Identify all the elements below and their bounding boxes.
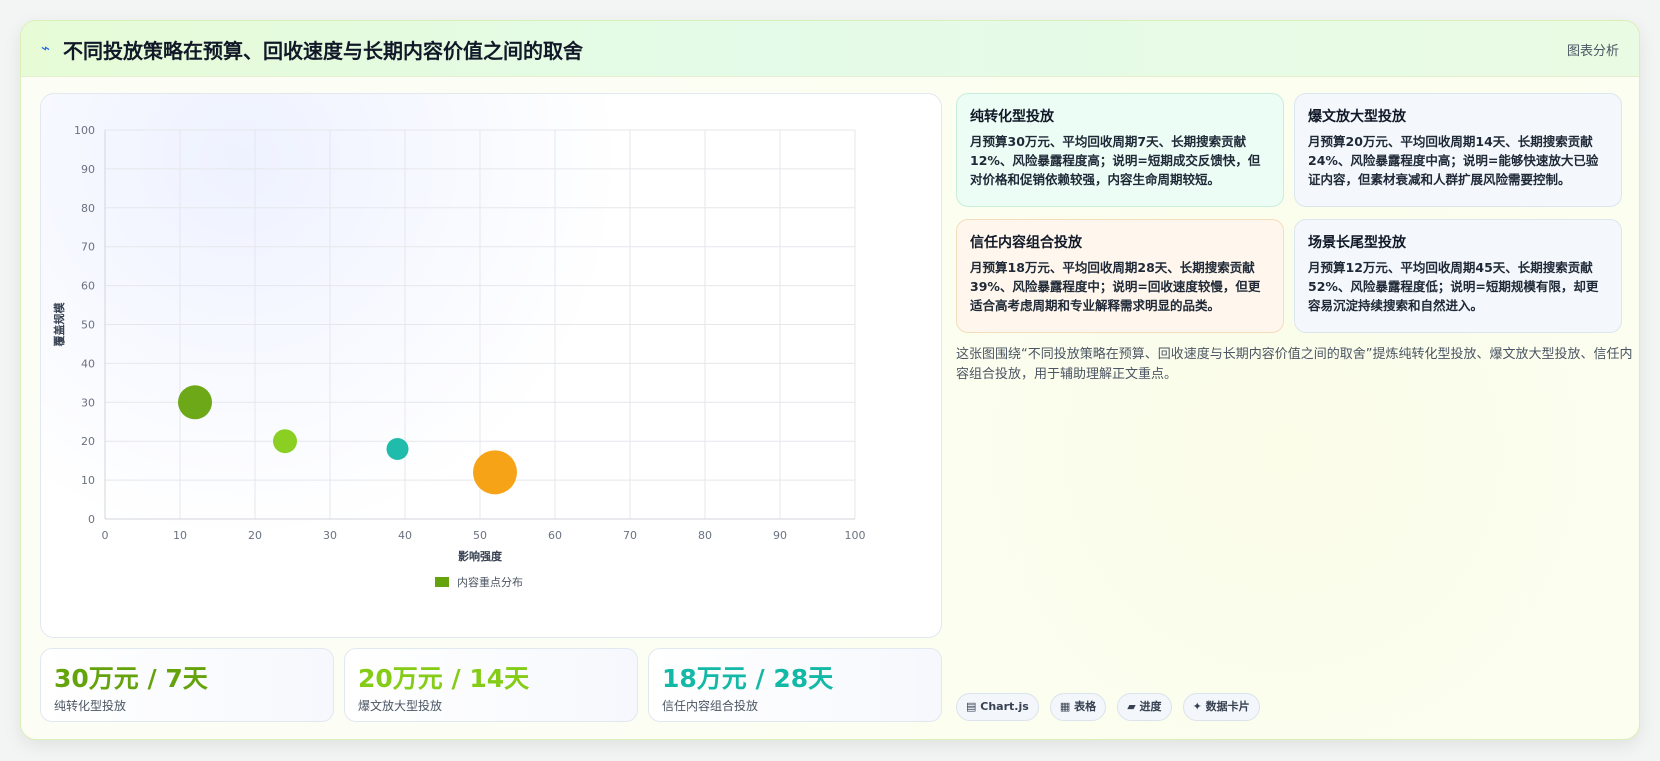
stat-value: 20万元 / 14天: [358, 664, 530, 693]
y-tick-label: 50: [81, 319, 95, 332]
pill-label: 表格: [1074, 700, 1097, 713]
stat-value: 18万元 / 28天: [662, 664, 834, 693]
lightning-icon: ⌁: [41, 39, 51, 57]
info-card-body: 月预算30万元、平均回收周期7天、长期搜索贡献12%、风险暴露程度高；说明=短期…: [970, 134, 1261, 187]
stat-card-viral: 20万元 / 14天 爆文放大型投放: [344, 648, 638, 722]
page-title: 不同投放策略在预算、回收速度与长期内容价值之间的取舍: [63, 39, 583, 63]
analysis-panel: ⌁ 不同投放策略在预算、回收速度与长期内容价值之间的取舍 图表分析 0 10 20 3…: [20, 20, 1640, 740]
y-axis-label: 覆盖规模: [52, 302, 66, 347]
y-tick-label: 80: [81, 202, 95, 215]
stat-card-trust: 18万元 / 28天 信任内容组合投放: [648, 648, 942, 722]
progress-icon: ▰: [1127, 700, 1136, 713]
info-card-body: 月预算12万元、平均回收周期45天、长期搜索贡献52%、风险暴露程度低；说明=短…: [1308, 260, 1599, 313]
pill-label: 数据卡片: [1205, 700, 1250, 713]
pill-label: Chart.js: [980, 700, 1029, 713]
info-card-title: 纯转化型投放: [970, 109, 1054, 125]
legend-swatch: [435, 577, 449, 587]
bubble-point: [273, 429, 297, 454]
table-icon: ▦: [1059, 700, 1071, 713]
info-card-title: 爆文放大型投放: [1308, 109, 1406, 125]
tech-pills: ▤ Chart.js ▦ 表格 ▰ 进度 ✦ 数据卡片: [956, 693, 1266, 721]
y-tick-label: 40: [81, 357, 95, 370]
x-tick-label: 10: [173, 529, 187, 542]
info-card-trust: 信任内容组合投放 月预算18万元、平均回收周期28天、长期搜索贡献39%、风险暴…: [956, 219, 1284, 333]
x-tick-label: 80: [698, 529, 712, 542]
y-tick-label: 10: [81, 474, 95, 487]
chart-analysis-tag: 图表分析: [1566, 44, 1619, 59]
stat-value: 30万元 / 7天: [54, 664, 208, 693]
x-tick-label: 90: [773, 529, 787, 542]
info-card-body: 月预算18万元、平均回收周期28天、长期搜索贡献39%、风险暴露程度中；说明=回…: [970, 260, 1261, 313]
x-axis-label: 影响强度: [458, 549, 503, 563]
stat-label: 纯转化型投放: [54, 699, 127, 713]
x-tick-label: 20: [248, 529, 262, 542]
x-tick-label: 60: [548, 529, 562, 542]
y-tick-label: 90: [81, 163, 95, 176]
bubble-point: [473, 450, 517, 495]
y-tick-label: 60: [81, 280, 95, 293]
info-card-conversion: 纯转化型投放 月预算30万元、平均回收周期7天、长期搜索贡献12%、风险暴露程度…: [956, 93, 1284, 207]
stat-card-conversion: 30万元 / 7天 纯转化型投放: [40, 648, 334, 722]
x-tick-label: 100: [845, 529, 866, 542]
x-tick-label: 40: [398, 529, 412, 542]
bubble-point: [386, 437, 409, 460]
x-tick-label: 30: [323, 529, 337, 542]
x-tick-label: 0: [102, 529, 109, 542]
x-tick-label: 50: [473, 529, 487, 542]
y-tick-label: 20: [81, 435, 95, 448]
y-tick-label: 30: [81, 396, 95, 409]
bubble-chart: 0 10 20 30 40 50 60 70 80 90 100 0 10 20 30 40 50 60 70 80 9…: [52, 124, 866, 589]
y-tick-label: 0: [88, 513, 95, 526]
stat-label: 信任内容组合投放: [662, 699, 759, 713]
y-tick-label: 70: [81, 241, 95, 254]
stat-label: 爆文放大型投放: [358, 699, 443, 713]
chart-icon: ▤: [966, 700, 977, 713]
info-card-body: 月预算20万元、平均回收周期14天、长期搜索贡献24%、风险暴露程度中高；说明=…: [1308, 134, 1599, 187]
sparkle-icon: ✦: [1192, 700, 1202, 713]
x-tick-label: 70: [623, 529, 637, 542]
chart-summary: 这张图围绕“不同投放策略在预算、回收速度与长期内容价值之间的取舍”提炼纯转化型投…: [956, 347, 1633, 382]
info-card-viral: 爆文放大型投放 月预算20万元、平均回收周期14天、长期搜索贡献24%、风险暴露…: [1294, 93, 1622, 207]
pill-label: 进度: [1139, 700, 1162, 713]
chart-card: 0 10 20 30 40 50 60 70 80 90 100 0 10 20 30 40 50 60 70 80 9…: [40, 93, 942, 638]
panel-header: ⌁ 不同投放策略在预算、回收速度与长期内容价值之间的取舍 图表分析: [21, 21, 1639, 77]
y-tick-label: 100: [74, 124, 95, 137]
info-card-title: 信任内容组合投放: [970, 235, 1082, 251]
legend-label: 内容重点分布: [457, 575, 523, 589]
info-card-title: 场景长尾型投放: [1308, 235, 1406, 251]
pill-table[interactable]: ▦ 表格: [1049, 693, 1107, 721]
pill-chartjs[interactable]: ▤ Chart.js: [956, 693, 1039, 721]
info-card-longtail: 场景长尾型投放 月预算12万元、平均回收周期45天、长期搜索贡献52%、风险暴露…: [1294, 219, 1622, 333]
pill-progress[interactable]: ▰ 进度: [1117, 693, 1172, 721]
bubble-point: [178, 385, 212, 420]
pill-data-cards[interactable]: ✦ 数据卡片: [1182, 693, 1260, 721]
